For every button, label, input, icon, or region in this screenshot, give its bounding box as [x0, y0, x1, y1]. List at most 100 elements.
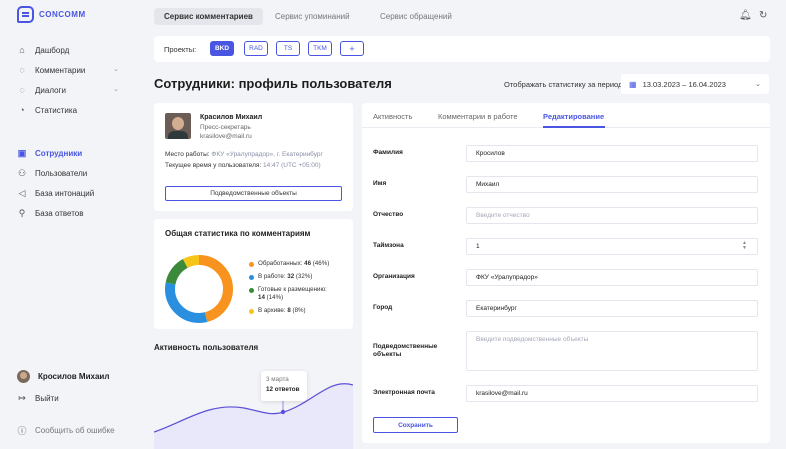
- users-icon: ⚇: [17, 167, 27, 178]
- profile-photo: [165, 113, 191, 139]
- workplace-label: Место работы:: [165, 151, 210, 158]
- first-name-field[interactable]: Михаил: [466, 176, 758, 193]
- logout-label: Выйти: [35, 393, 59, 403]
- top-bar: Сервис комментариев Сервис упоминаний Се…: [138, 0, 786, 34]
- label-first-name: Имя: [373, 180, 387, 187]
- profile-workplace: Место работы: ФКУ «Уралупрадор», г. Екат…: [165, 151, 323, 158]
- current-user-name: Кросилов Михаил: [38, 372, 110, 381]
- comment-icon: ◌: [19, 65, 25, 75]
- tab-appeals-service[interactable]: Сервис обращений: [370, 8, 462, 25]
- chevron-down-icon: ⌄: [113, 86, 119, 93]
- legend-item-archive: В архиве: 8 (8%): [249, 307, 349, 315]
- tooltip-date: 3 марта: [266, 376, 289, 383]
- label-subordinate-objects: Подведомственные объекты: [373, 343, 438, 359]
- tab-mentions-service[interactable]: Сервис упоминаний: [265, 8, 360, 25]
- page-title: Сотрудники: профиль пользователя: [154, 76, 392, 91]
- sidebar-item-users[interactable]: ⚇ Пользователи: [17, 166, 127, 180]
- stats-title: Общая статистика по комментариям: [165, 229, 311, 238]
- sidebar-item-label: Комментарии: [35, 65, 86, 75]
- timezone-stepper[interactable]: 1 ▲ ▼: [466, 238, 758, 255]
- project-chip-ts[interactable]: TS: [276, 41, 300, 56]
- label-city: Город: [373, 304, 393, 311]
- sidebar-item-label: База интонаций: [35, 188, 95, 198]
- sidebar: CONCOMM ⌂ Дашборд ◌ Комментарии ⌄ ◌ Диал…: [0, 0, 138, 449]
- patronymic-field[interactable]: Введите отчество: [466, 207, 758, 224]
- subordinate-objects-field[interactable]: Введите подведомственные объекты: [466, 331, 758, 371]
- organization-field[interactable]: ФКУ «Уралупрадор»: [466, 269, 758, 286]
- city-field[interactable]: Екатеринбург: [466, 300, 758, 317]
- activity-area: [154, 383, 353, 449]
- sidebar-item-label: Диалоги: [35, 85, 66, 95]
- home-icon: ⌂: [19, 45, 25, 55]
- period-picker[interactable]: ▦ 13.03.2023 – 16.04.2023 ⌄: [621, 74, 769, 94]
- refresh-icon[interactable]: ↻: [759, 10, 767, 21]
- email-field[interactable]: krasilove@mail.ru: [466, 385, 758, 402]
- save-button[interactable]: Сохранить: [373, 417, 458, 433]
- calendar-icon: ▦: [629, 79, 637, 89]
- legend-dot: [249, 275, 254, 281]
- profile-time: Текущее время у пользователя: 14:47 (UTC…: [165, 162, 321, 169]
- activity-chart: [154, 383, 353, 449]
- label-organization: Организация: [373, 273, 415, 280]
- legend-dot: [249, 288, 254, 294]
- subordinate-objects-button[interactable]: Подведомственные объекты: [165, 186, 342, 201]
- stats-icon: ◔: [19, 105, 25, 115]
- megaphone-icon: ◁: [18, 187, 26, 198]
- chevron-down-icon: ⌄: [755, 81, 761, 88]
- sidebar-item-dialogs[interactable]: ◌ Диалоги ⌄: [17, 83, 127, 97]
- chevron-down-icon: ⌄: [113, 66, 119, 73]
- stepper-arrows-icon[interactable]: ▲ ▼: [742, 241, 747, 251]
- sidebar-item-comments[interactable]: ◌ Комментарии ⌄: [17, 63, 127, 77]
- tooltip-count: 12 ответов: [266, 386, 300, 393]
- sidebar-item-intonations[interactable]: ◁ База интонаций: [17, 186, 127, 200]
- tab-edit[interactable]: Редактирование: [543, 112, 604, 121]
- profile-email: krasilove@mail.ru: [200, 133, 252, 140]
- sidebar-item-label: Сотрудники: [35, 148, 83, 158]
- project-chip-rad[interactable]: RAD: [244, 41, 268, 56]
- sidebar-item-label: База ответов: [35, 208, 84, 218]
- last-name-field[interactable]: Кросилов: [466, 145, 758, 162]
- sidebar-item-label: Статистика: [35, 105, 78, 115]
- stats-legend: Обработанных: 46 (46%) В работе: 32 (32%…: [249, 260, 349, 320]
- sidebar-item-employees[interactable]: ▣ Сотрудники: [17, 146, 127, 160]
- report-bug-label: Сообщить об ошибке: [35, 425, 115, 435]
- label-patronymic: Отчество: [373, 211, 404, 218]
- projects-label: Проекты:: [164, 45, 197, 54]
- logout-button[interactable]: ↦ Выйти: [17, 391, 127, 405]
- time-label: Текущее время у пользователя:: [165, 162, 262, 169]
- edit-form-card: Активность Комментарии в работе Редактир…: [362, 103, 770, 443]
- label-email: Электронная почта: [373, 389, 435, 396]
- sidebar-item-dashboard[interactable]: ⌂ Дашборд: [17, 43, 127, 57]
- legend-item-processed: Обработанных: 46 (46%): [249, 260, 349, 268]
- briefcase-icon: ▣: [17, 147, 27, 158]
- activity-title: Активность пользователя: [154, 343, 259, 352]
- tab-comments-service[interactable]: Сервис комментариев: [154, 8, 263, 25]
- logo-text: CONCOMM: [39, 10, 86, 19]
- bell-icon[interactable]: 🔔︎: [739, 10, 752, 21]
- sidebar-item-answers[interactable]: ⚲ База ответов: [17, 206, 127, 220]
- active-tab-indicator: [543, 126, 605, 128]
- profile-card: Красилов Михаил Пресс-секретарь krasilov…: [154, 103, 353, 211]
- timezone-value: 1: [476, 243, 480, 250]
- sidebar-item-label: Дашборд: [35, 45, 70, 55]
- tab-comments-in-work[interactable]: Комментарии в работе: [438, 112, 518, 121]
- legend-dot: [249, 262, 254, 267]
- sidebar-item-stats[interactable]: ◔ Статистика: [17, 103, 127, 117]
- time-value: 14:47 (UTC +05:00): [263, 162, 321, 169]
- tab-activity[interactable]: Активность: [373, 112, 412, 121]
- workplace-value: ФКУ «Уралупрадор», г. Екатеринбург: [211, 151, 323, 158]
- logo-icon: [17, 6, 34, 23]
- current-user[interactable]: Кросилов Михаил: [17, 370, 109, 383]
- legend-dot: [249, 309, 254, 315]
- project-chip-tkm[interactable]: TKM: [308, 41, 332, 56]
- activity-point[interactable]: [280, 409, 286, 415]
- report-bug-button[interactable]: ⓘ Сообщить об ошибке: [17, 423, 127, 437]
- period-label: Отображать статистику за период:: [504, 80, 625, 89]
- logo[interactable]: CONCOMM: [17, 6, 86, 23]
- project-chip-bkd[interactable]: BKD: [210, 41, 234, 56]
- period-value: 13.03.2023 – 16.04.2023: [642, 79, 726, 89]
- label-last-name: Фамилия: [373, 149, 403, 156]
- legend-item-ready: Готовые к размещению: 14 (14%): [249, 286, 349, 302]
- add-project-button[interactable]: +: [340, 41, 364, 56]
- profile-role: Пресс-секретарь: [200, 124, 251, 131]
